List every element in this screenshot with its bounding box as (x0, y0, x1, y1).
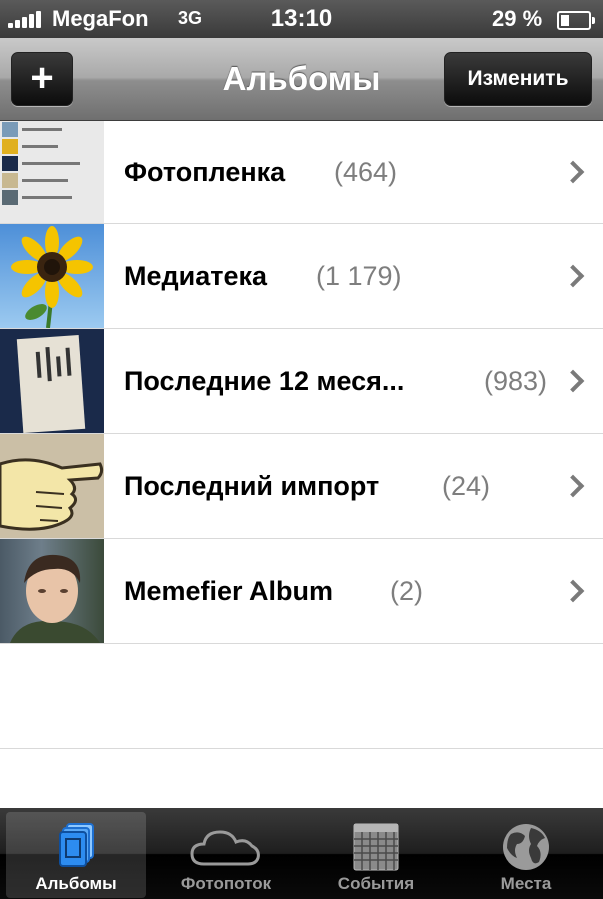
album-count: (1 179) (316, 260, 402, 291)
chevron-right-icon (561, 579, 585, 603)
empty-row (0, 644, 603, 749)
album-thumbnail (0, 539, 104, 643)
album-count: (24) (442, 470, 491, 501)
battery-icon (557, 11, 595, 30)
album-count: (2) (390, 575, 423, 606)
calendar-icon (352, 822, 400, 877)
album-title: Последний импорт (124, 470, 380, 501)
tab-label: Альбомы (35, 874, 117, 893)
album-count: (983) (484, 365, 548, 396)
navigation-bar: + Альбомы Изменить (0, 38, 603, 121)
battery-percent: 29 % (492, 6, 543, 31)
cloud-icon (190, 828, 262, 873)
album-title: Медиатека (124, 260, 268, 291)
album-row-camera-roll[interactable]: Фотопленка (464) (0, 121, 603, 224)
album-row-last-import[interactable]: Последний импорт (24) (0, 434, 603, 539)
albums-icon (59, 822, 95, 873)
tab-albums[interactable]: Альбомы (6, 812, 146, 898)
album-row-library[interactable]: Медиатека (1 179) (0, 224, 603, 329)
album-list: Фотопленка (464) Медиатека (1 179) После… (0, 121, 603, 749)
album-thumbnail (0, 224, 104, 328)
tab-label: Места (500, 874, 552, 893)
album-title: Memefier Album (124, 575, 334, 606)
edit-button[interactable]: Изменить (444, 52, 592, 106)
album-thumbnail (0, 329, 104, 433)
tab-label: Фотопоток (180, 874, 272, 893)
chevron-right-icon (561, 369, 585, 393)
globe-icon (501, 822, 551, 877)
chevron-right-icon (561, 160, 585, 184)
chevron-right-icon (561, 474, 585, 498)
album-title: Последние 12 меся... (124, 365, 405, 396)
tab-places[interactable]: Места (456, 812, 596, 898)
chevron-right-icon (561, 264, 585, 288)
album-title: Фотопленка (124, 156, 286, 187)
tab-events[interactable]: События (306, 812, 446, 898)
album-count: (464) (334, 156, 398, 187)
album-row-memefier[interactable]: Memefier Album (2) (0, 539, 603, 644)
album-thumbnail (0, 121, 104, 223)
album-thumbnail (0, 434, 104, 538)
tab-label: События (337, 874, 415, 893)
tab-photostream[interactable]: Фотопоток (156, 812, 296, 898)
status-bar: MegaFon 3G 13:10 29 % (0, 0, 603, 38)
tab-bar: Альбомы Фотопоток События Места (0, 808, 603, 899)
album-row-last-12-months[interactable]: Последние 12 меся... (983) (0, 329, 603, 434)
